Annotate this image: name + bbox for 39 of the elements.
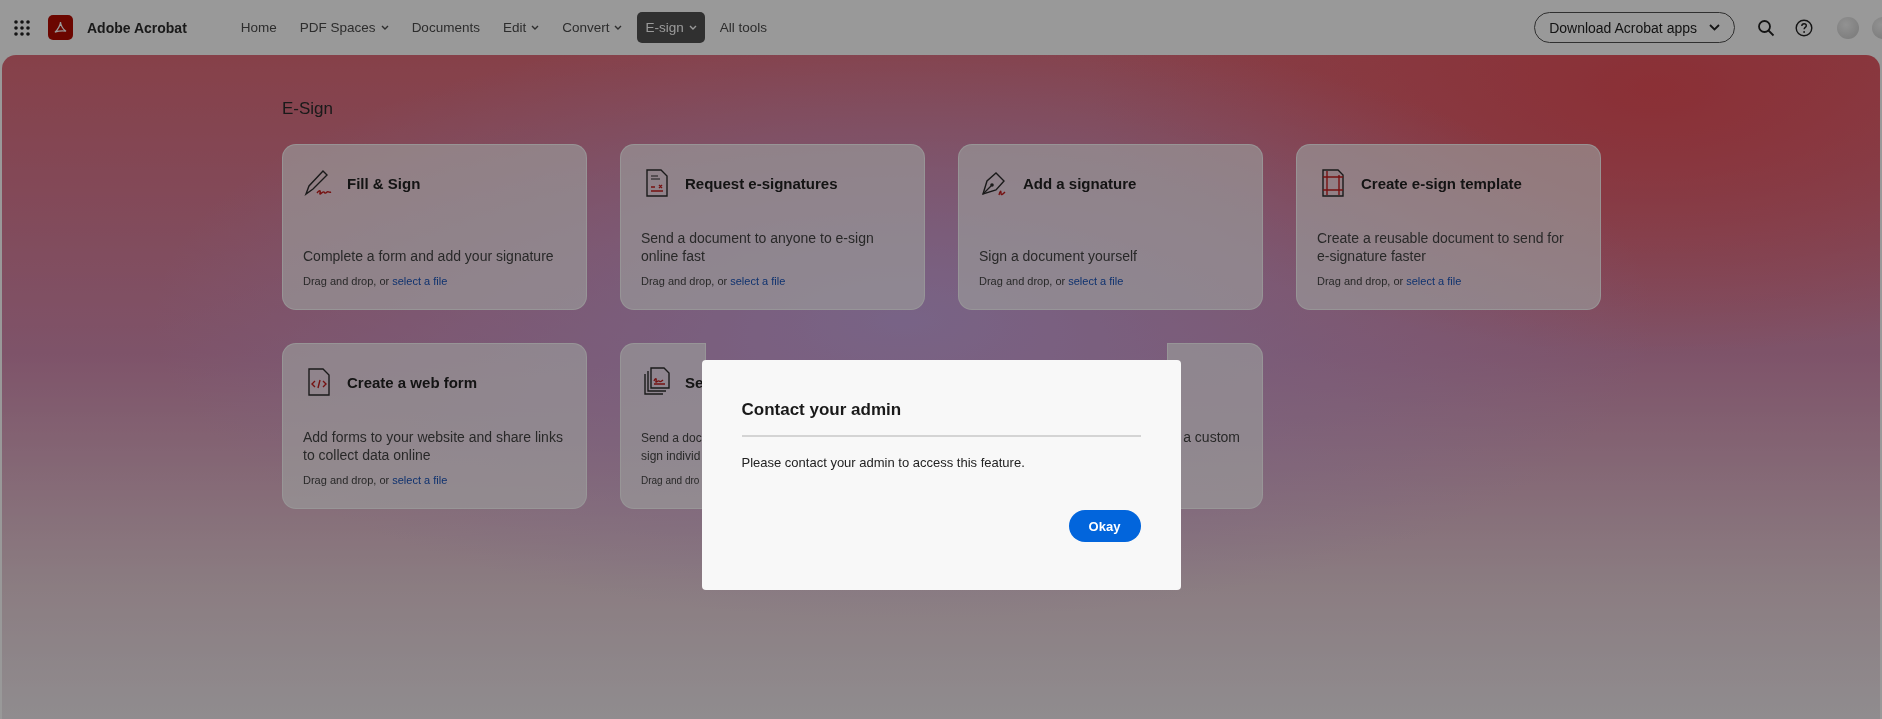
nav-tab[interactable]: Convert — [554, 12, 631, 43]
card-title: Fill & Sign — [347, 174, 421, 192]
acrobat-logo — [48, 15, 73, 40]
card-description: Create a reusable document to send for e-signature faster — [1317, 229, 1565, 265]
nav-tab[interactable]: PDF Spaces — [291, 12, 397, 43]
select-file-link[interactable]: select a file — [1406, 275, 1462, 287]
card-title: Create e-sign template — [1361, 174, 1522, 192]
select-file-link[interactable]: select a file — [1068, 275, 1124, 287]
drop-hint: Drag and dro — [641, 475, 700, 486]
drop-hint: Drag and drop, or — [303, 275, 390, 287]
okay-button[interactable]: Okay — [1068, 510, 1141, 542]
dialog-title: Contact your admin — [741, 400, 903, 420]
nav-tab[interactable]: Home — [232, 12, 285, 43]
card-description: Sign a document yourself — [979, 247, 1138, 265]
card-description: Complete a form and add your signature — [303, 247, 555, 265]
dialog-message: Please contact your admin to access this feature. — [741, 455, 1026, 470]
card-title: Se — [685, 373, 704, 391]
select-file-link[interactable]: select a file — [392, 474, 448, 486]
drop-hint: Drag and drop, or — [1317, 275, 1404, 287]
stacked-documents-icon — [641, 366, 673, 398]
card-title: Request e-signatures — [685, 174, 838, 192]
card-title: Add a signature — [1023, 174, 1137, 192]
nav-tab[interactable]: Documents — [403, 12, 488, 43]
card-description: a custom — [1182, 428, 1240, 446]
nav-tab[interactable]: E-sign — [637, 12, 705, 43]
card-description: Send a document to anyone to e-sign online fast — [641, 229, 875, 265]
nav-tab[interactable]: All tools — [711, 12, 775, 43]
card-title: Create a web form — [347, 373, 478, 391]
drop-hint: Drag and drop, or — [979, 275, 1066, 287]
select-file-link[interactable]: select a file — [392, 275, 448, 287]
app-name: Adobe Acrobat — [87, 19, 187, 36]
section-title: E-Sign — [282, 99, 335, 119]
card-description: Add forms to your website and share links to collect data online — [303, 428, 564, 464]
drop-hint: Drag and drop, or — [641, 275, 728, 287]
drop-hint: Drag and drop, or — [303, 474, 390, 486]
card-description: Send a doc sign individ — [641, 430, 703, 465]
nav-tab[interactable]: Edit — [494, 12, 548, 43]
chevron-down-icon — [1709, 24, 1720, 31]
select-file-link[interactable]: select a file — [730, 275, 786, 287]
